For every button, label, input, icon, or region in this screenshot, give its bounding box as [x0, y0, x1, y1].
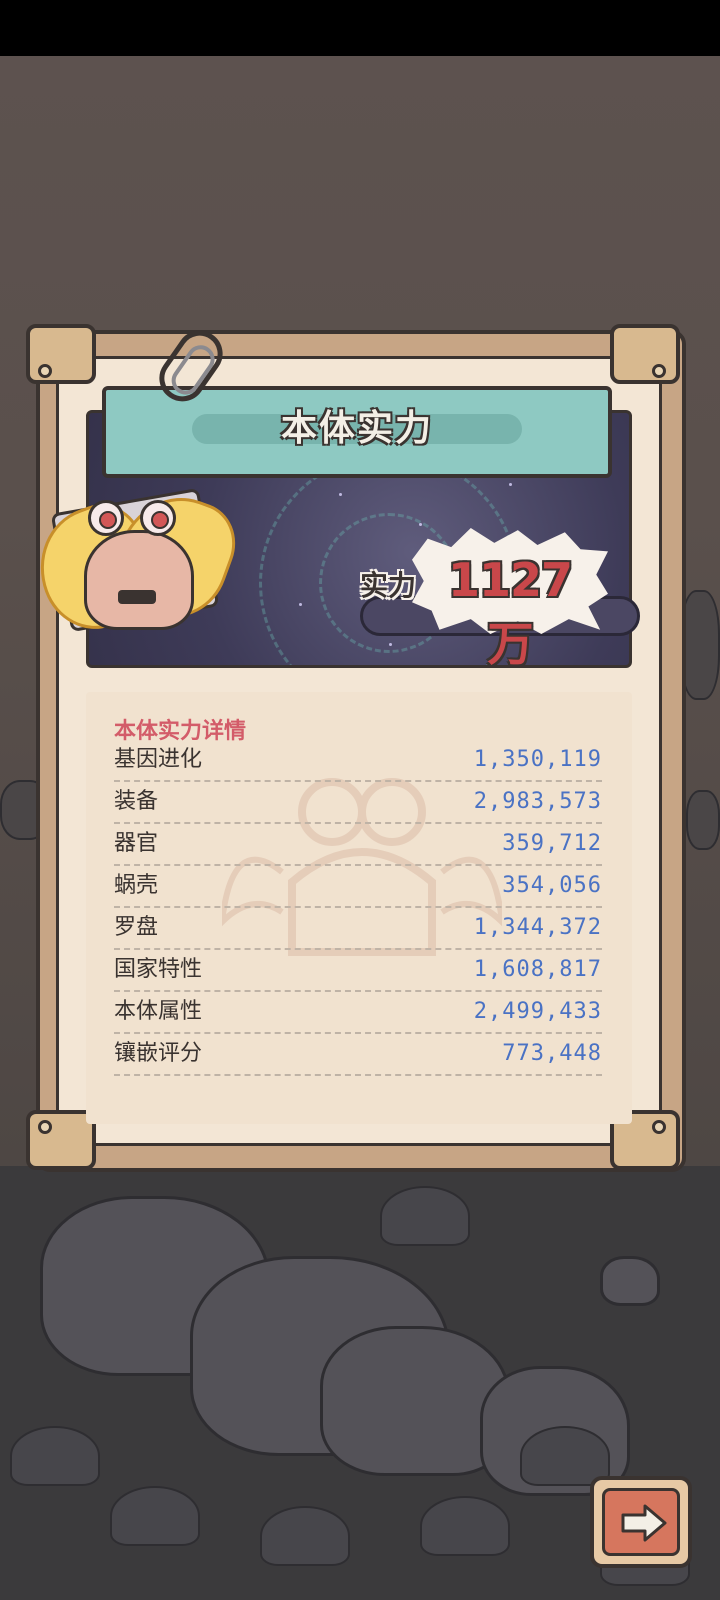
detail-row-name: 装备 — [114, 789, 159, 814]
rock — [600, 1256, 660, 1306]
frame-corner — [610, 324, 680, 384]
panel-title: 本体实力 — [280, 408, 433, 449]
snail-character — [84, 530, 194, 630]
detail-row: 蜗壳 354,056 — [114, 866, 602, 908]
detail-row-name: 器官 — [114, 831, 159, 856]
star — [389, 643, 392, 646]
detail-row-value: 354,056 — [502, 873, 602, 898]
right-arrow-icon[interactable] — [619, 1503, 669, 1543]
bolt-icon — [652, 364, 666, 378]
detail-row-name: 本体属性 — [114, 999, 203, 1024]
detail-row: 装备 2,983,573 — [114, 782, 602, 824]
status-bar — [0, 0, 720, 56]
detail-row-value: 1,344,372 — [473, 915, 602, 940]
detail-row: 镶嵌评分 773,448 — [114, 1034, 602, 1076]
star — [299, 603, 302, 606]
bush — [420, 1496, 510, 1556]
star — [339, 493, 342, 496]
detail-row: 罗盘 1,344,372 — [114, 908, 602, 950]
character-eye — [140, 500, 176, 536]
bush — [10, 1426, 100, 1486]
detail-row-value: 359,712 — [502, 831, 602, 856]
detail-row-value: 1,350,119 — [473, 747, 602, 772]
detail-row-name: 镶嵌评分 — [114, 1041, 203, 1066]
next-button-face[interactable] — [602, 1488, 680, 1556]
detail-row-name: 罗盘 — [114, 915, 159, 940]
side-object — [680, 590, 720, 700]
detail-row-name: 基因进化 — [114, 747, 203, 772]
detail-row-value: 2,499,433 — [473, 999, 602, 1024]
detail-row-value: 1,608,817 — [473, 957, 602, 982]
character-mouth — [118, 590, 156, 604]
side-object — [686, 790, 720, 850]
bolt-icon — [652, 1120, 666, 1134]
power-label: 实力 — [360, 569, 417, 602]
detail-row: 器官 359,712 — [114, 824, 602, 866]
star — [419, 523, 422, 526]
detail-row-value: 773,448 — [502, 1041, 602, 1066]
character-eye — [88, 500, 124, 536]
detail-row-value: 2,983,573 — [473, 789, 602, 814]
frame-corner — [26, 324, 96, 384]
star — [509, 483, 512, 486]
bush — [110, 1486, 200, 1546]
detail-row: 国家特性 1,608,817 — [114, 950, 602, 992]
bolt-icon — [38, 1120, 52, 1134]
bush — [380, 1186, 470, 1246]
detail-row: 基因进化 1,350,119 — [114, 740, 602, 782]
next-button[interactable] — [590, 1476, 692, 1568]
bolt-icon — [38, 364, 52, 378]
detail-row: 本体属性 2,499,433 — [114, 992, 602, 1034]
power-value: 1127万 — [447, 553, 573, 671]
detail-row-name: 国家特性 — [114, 957, 203, 982]
bush — [260, 1506, 350, 1566]
detail-row-name: 蜗壳 — [114, 873, 159, 898]
